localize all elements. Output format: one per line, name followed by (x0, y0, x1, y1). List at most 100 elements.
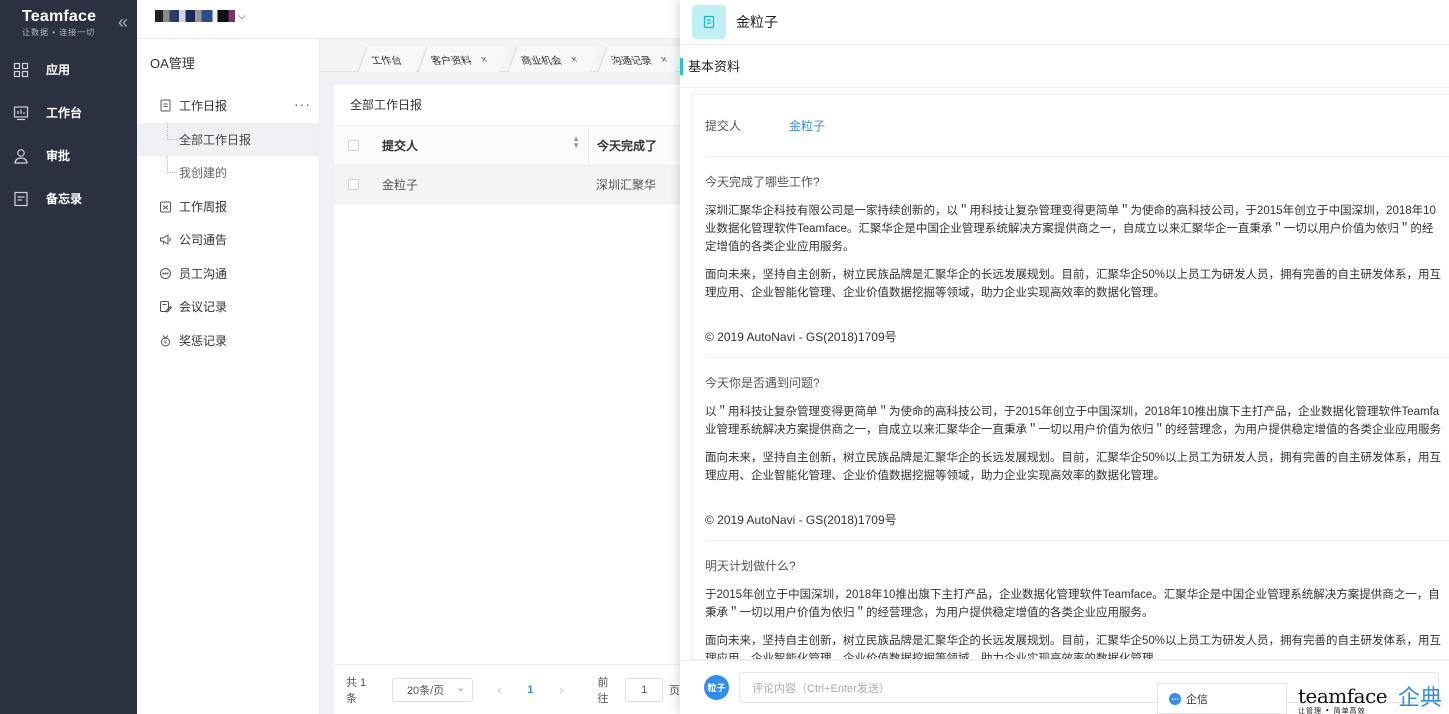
watermark-sub: 让管理 • 简单高效 (1298, 707, 1366, 714)
column-label: 今天完成了 (597, 139, 658, 153)
table-row[interactable]: 金粒子 深圳汇聚华 (334, 166, 680, 204)
next-page-icon[interactable]: › (560, 683, 564, 697)
tree-line (167, 156, 177, 173)
text-line: 面向未来，坚持自主创新，树立民族品牌是汇聚华企的长远发展规划。目前，汇聚华企50… (705, 269, 1442, 281)
oa-sub-my-created[interactable]: 我创建的 (137, 156, 319, 190)
nav-item-workbench[interactable]: 工作台 (0, 91, 137, 134)
current-page[interactable]: 1 (527, 684, 533, 696)
megaphone-icon (160, 234, 171, 246)
answer-paragraph: 面向未来，坚持自主创新，树立民族品牌是汇聚华企的长远发展规划。目前，汇聚华企50… (705, 266, 1449, 302)
pagination: 共 1 条 20条/页 ‹ 1 › 前往 1 页 (334, 664, 680, 714)
page-size-select[interactable]: 20条/页 (391, 677, 474, 702)
tab-label: 工作台 (369, 56, 404, 67)
detail-drawer: 金粒子 基本资料 提交人 金粒子 今天完成了哪些工作? 深圳汇聚华企科技有限公司… (680, 0, 1449, 714)
column-header-submitter[interactable]: 提交人 ▲ ▼ (359, 135, 588, 154)
chat-icon (160, 267, 171, 279)
dashboard-icon (13, 105, 29, 120)
brand: Teamface 让数据 • 连接一切 « (0, 0, 137, 48)
tab-label: 沟通记录 (609, 56, 654, 67)
tab-strip: 工作台 客户资料 × 商业机会 × 沟通记录 × (320, 39, 685, 72)
sort-icon[interactable]: ▲ ▼ (572, 135, 580, 150)
text-line: 深圳汇聚华企科技有限公司是一家持续创新的，以＂用科技让复杂管理变得更简单＂为使命… (705, 205, 1436, 217)
collapse-icon[interactable]: « (118, 12, 128, 33)
oa-item-reward[interactable]: ¥ 奖惩记录 (137, 324, 319, 358)
svg-text:¥: ¥ (164, 340, 167, 346)
goto-value: 1 (641, 683, 648, 696)
nav-label: 审批 (46, 149, 71, 163)
oa-item-daily[interactable]: 工作日报 ··· (137, 89, 319, 123)
table-header: 提交人 ▲ ▼ 今天完成了 (334, 126, 680, 166)
tree-line (167, 122, 177, 140)
report-icon (692, 5, 726, 39)
medal-icon: ¥ (161, 334, 170, 347)
text-line: 于2015年创立于中国深圳，2018年10推出旗下主打产品，企业数据化管理软件T… (705, 589, 1440, 601)
text-line: 业管理系统解决方案提供商之一，自成立以来汇聚华企一直秉承＂一切以用户价值为依归＂… (705, 424, 1441, 436)
row-checkbox[interactable] (348, 179, 359, 190)
report-icon (160, 99, 171, 112)
company-switcher[interactable]: ⌵ (155, 10, 246, 22)
calendar-icon (160, 201, 171, 213)
cell-submitter: 金粒子 (382, 178, 419, 192)
cell-today: 深圳汇聚华 (596, 178, 657, 192)
user-icon (14, 148, 28, 164)
text-line: 以＂用科技让复杂管理变得更简单＂为使命的高科技公司，于2015年创立于中国深圳，… (705, 406, 1440, 418)
oa-sub-label: 全部工作日报 (179, 132, 252, 147)
tab-customer[interactable]: 客户资料 × (417, 47, 509, 72)
top-bar: ⌵ (137, 0, 680, 39)
avatar: 粒子 (704, 675, 729, 700)
oa-sub-all-daily[interactable]: 全部工作日报 (137, 122, 319, 156)
list-panel: 全部工作日报 提交人 ▲ ▼ 今天完成了 金粒子 深圳汇聚华 共 1 条 20条/… (334, 85, 680, 714)
oa-item-notice[interactable]: 公司通告 (137, 223, 319, 257)
prev-page-icon[interactable]: ‹ (497, 683, 501, 697)
close-icon[interactable]: × (659, 54, 670, 66)
tab-workbench[interactable]: 工作台 (357, 47, 425, 72)
watermark-text: teamface (1298, 684, 1388, 708)
tab-communication[interactable]: 沟通记录 × (597, 47, 685, 72)
goto-input[interactable]: 1 (625, 677, 663, 702)
watermark-logo: teamface 让管理 • 简单高效 企典 (1298, 684, 1442, 714)
nav-label: 工作台 (46, 106, 83, 120)
oa-item-chat[interactable]: 员工沟通 (137, 257, 319, 291)
grid-icon (13, 62, 29, 77)
nav-label: 备忘录 (46, 192, 83, 206)
main-nav: 应用 工作台 审批 备忘录 (0, 48, 137, 220)
oa-item-weekly[interactable]: 工作周报 (137, 190, 319, 224)
copyright-text: © 2019 AutoNavi - GS(2018)1709号 (705, 328, 1449, 358)
oa-item-label: 员工沟通 (179, 266, 228, 281)
panel-title: 全部工作日报 (334, 85, 680, 126)
column-header-today[interactable]: 今天完成了 (588, 126, 657, 165)
more-icon[interactable]: ··· (294, 96, 311, 112)
close-icon[interactable]: × (479, 54, 490, 66)
question-tomorrow: 明天计划做什么? (705, 559, 796, 573)
nav-label: 应用 (46, 63, 71, 77)
nav-item-apps[interactable]: 应用 (0, 48, 137, 91)
column-label: 提交人 (382, 139, 419, 153)
oa-sub-label: 我创建的 (179, 166, 228, 181)
answer-paragraph: 面向未来，坚持自主创新，树立民族品牌是汇聚华企的长远发展规划。目前，汇聚华企50… (705, 632, 1449, 659)
text-line: 理应用、企业智能化管理、企业价值数据挖掘等领域，助力企业实现高效率的数据化管理。 (705, 470, 1165, 482)
page-size-value: 20条/页 (406, 684, 445, 697)
edit-doc-icon (160, 301, 172, 313)
oa-item-label: 工作日报 (179, 99, 228, 114)
submitter-value[interactable]: 金粒子 (789, 117, 825, 134)
select-all-checkbox[interactable] (348, 140, 359, 151)
main-sidebar: Teamface 让数据 • 连接一切 « 应用 工作台 审批 备忘录 (0, 0, 137, 714)
close-icon[interactable]: × (569, 54, 580, 66)
nav-item-memo[interactable]: 备忘录 (0, 177, 137, 220)
nav-item-approval[interactable]: 审批 (0, 134, 137, 177)
tab-opportunity[interactable]: 商业机会 × (507, 47, 599, 72)
tab-label: 商业机会 (519, 56, 564, 67)
section-title: 基本资料 (680, 45, 1449, 88)
submitter-field: 提交人 金粒子 (705, 95, 1449, 157)
text-line: 业数据化管理软件Teamface。汇聚华企是中国企业管理系统解决方案提供商之一，… (705, 223, 1434, 235)
answer-paragraph: 面向未来，坚持自主创新，树立民族品牌是汇聚华企的长远发展规划。目前，汇聚华企50… (705, 449, 1449, 485)
qixin-messenger-button[interactable]: 企信 (1157, 683, 1287, 714)
note-icon (14, 191, 28, 206)
text-line: 理应用、企业智能化管理、企业价值数据挖掘等领域，助力企业实现高效率的数据化管理。 (705, 287, 1165, 299)
chevron-down-icon: ⌵ (238, 10, 246, 22)
question-problems: 今天你是否遇到问题? (705, 376, 820, 390)
copyright-text: © 2019 AutoNavi - GS(2018)1709号 (705, 511, 1449, 541)
company-logo-pixelated (155, 10, 235, 22)
oa-sidebar: OA管理 工作日报 ··· 全部工作日报 我创建的 工作周报 公司通告 员工沟通… (137, 39, 320, 714)
oa-item-meeting[interactable]: 会议记录 (137, 290, 319, 324)
